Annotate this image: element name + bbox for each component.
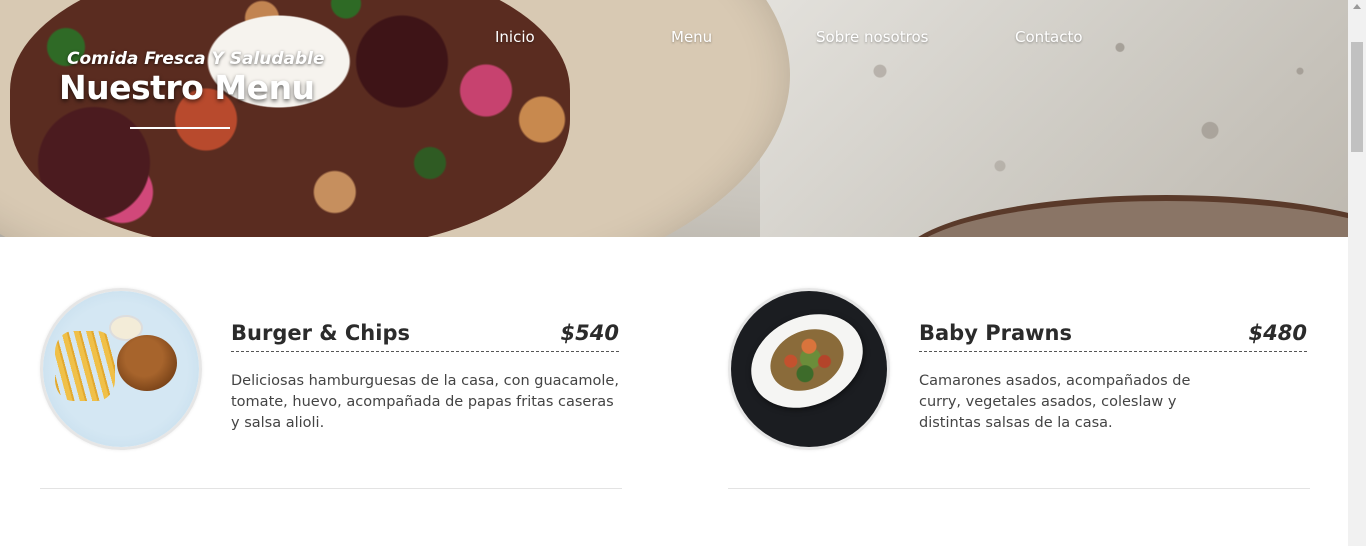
scrollbar-thumb[interactable] bbox=[1351, 42, 1363, 152]
item-separator bbox=[728, 488, 1310, 489]
vertical-scrollbar[interactable] bbox=[1348, 0, 1366, 546]
item-separator bbox=[40, 488, 622, 489]
menu-item-price: $480 bbox=[1248, 321, 1307, 345]
prawns-plate-icon bbox=[728, 288, 890, 450]
menu-item-name: Baby Prawns bbox=[919, 321, 1072, 345]
menu-item-price: $540 bbox=[560, 321, 619, 345]
nav-item-inicio[interactable]: Inicio bbox=[495, 28, 535, 46]
nav-item-sobre-nosotros[interactable]: Sobre nosotros bbox=[816, 28, 928, 46]
menu-item: Baby Prawns $480 Camarones asados, acomp… bbox=[728, 288, 1310, 490]
dotted-divider bbox=[231, 351, 619, 352]
dotted-divider bbox=[919, 351, 1307, 352]
nav-item-menu[interactable]: Menu bbox=[671, 28, 712, 46]
menu-item-description: Camarones asados, acompañados de curry, … bbox=[919, 373, 1191, 431]
menu-item-description: Deliciosas hamburguesas de la casa, con … bbox=[231, 373, 619, 431]
nav-item-contacto[interactable]: Contacto bbox=[1015, 28, 1083, 46]
menu-item-name: Burger & Chips bbox=[231, 321, 410, 345]
page-title: Nuestro Menu bbox=[59, 68, 315, 107]
hero-subtitle: Comida Fresca Y Saludable bbox=[67, 49, 325, 69]
scroll-up-icon[interactable] bbox=[1353, 4, 1361, 9]
menu-item: Burger & Chips $540 Deliciosas hamburgue… bbox=[40, 288, 622, 490]
hero-banner: Comida Fresca Y Saludable Nuestro Menu I… bbox=[0, 0, 1348, 237]
burger-plate-icon bbox=[40, 288, 202, 450]
main-nav: Inicio Menu Sobre nosotros Contacto bbox=[0, 28, 1348, 48]
title-underline bbox=[130, 127, 230, 129]
